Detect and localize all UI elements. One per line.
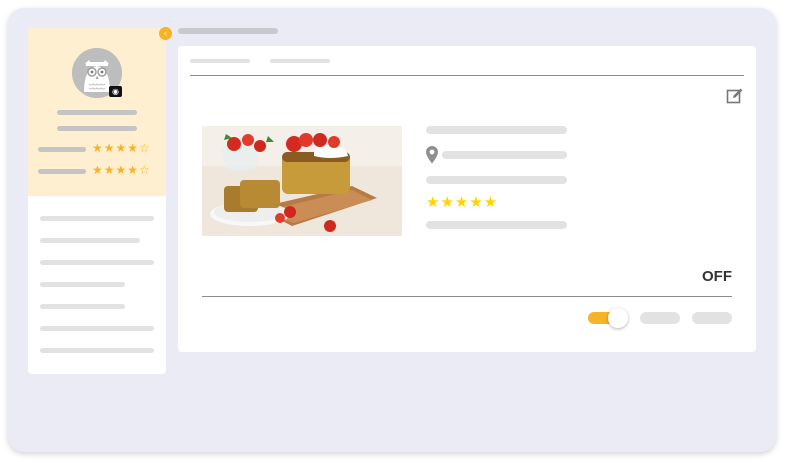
rating-label-placeholder <box>38 147 86 152</box>
detail-placeholder <box>426 176 567 184</box>
action-pill[interactable] <box>692 312 732 324</box>
status-toggle[interactable] <box>588 308 628 328</box>
profile-name-placeholder <box>57 110 137 115</box>
action-pill[interactable] <box>640 312 680 324</box>
tab-placeholder[interactable] <box>270 59 330 63</box>
rating-label-placeholder <box>38 169 86 174</box>
chevron-left-icon[interactable]: ‹ <box>159 27 172 40</box>
location-placeholder <box>442 151 567 159</box>
sidebar-item[interactable] <box>40 238 140 243</box>
sidebar-item[interactable] <box>40 260 154 265</box>
breadcrumb-placeholder <box>178 28 278 34</box>
detail-placeholder <box>426 221 567 229</box>
star-icon: ★★★★☆ <box>92 141 151 155</box>
title-placeholder <box>426 126 567 134</box>
location-pin-icon <box>426 146 438 164</box>
status-label: OFF <box>702 268 732 285</box>
sidebar-item[interactable] <box>40 304 125 309</box>
profile-panel: ◉ ★★★★☆ ★★★★☆ <box>28 28 166 196</box>
sidebar-item[interactable] <box>40 348 154 353</box>
sidebar: ◉ ★★★★☆ ★★★★☆ <box>28 28 166 374</box>
cake-image <box>202 126 402 236</box>
tab-placeholder[interactable] <box>190 59 250 63</box>
star-icon: ★★★★★ <box>426 194 499 211</box>
header-divider <box>190 75 744 76</box>
star-icon: ★★★★☆ <box>92 163 151 177</box>
toggle-knob[interactable] <box>608 308 628 328</box>
footer-divider <box>202 296 732 297</box>
edit-icon[interactable] <box>726 87 744 105</box>
profile-subtitle-placeholder <box>57 126 137 131</box>
sidebar-item[interactable] <box>40 326 154 331</box>
product-photo <box>202 126 402 236</box>
sidebar-item[interactable] <box>40 216 154 221</box>
sidebar-item[interactable] <box>40 282 125 287</box>
camera-icon[interactable]: ◉ <box>109 86 122 97</box>
listing-card: ★★★★★ OFF <box>178 46 756 352</box>
